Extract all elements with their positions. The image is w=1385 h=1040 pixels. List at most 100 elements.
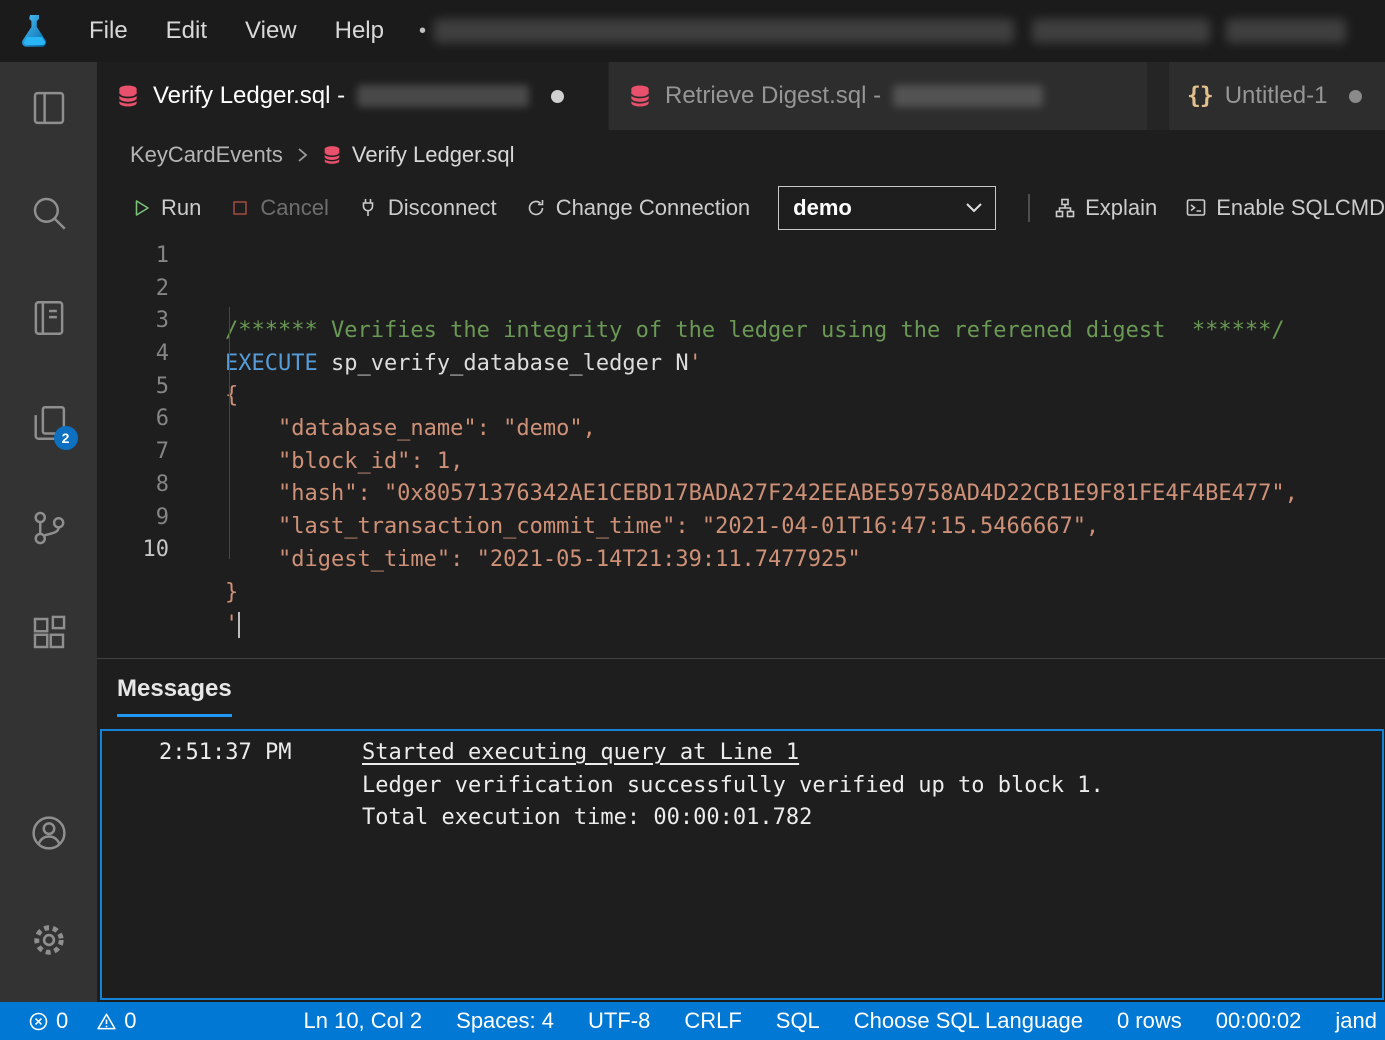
line-number: 6: [97, 403, 200, 436]
tab-strip: Verify Ledger.sql - Retrieve Digest.sql …: [97, 62, 1385, 130]
cancel-button[interactable]: Cancel: [229, 195, 328, 221]
line-number: 3: [97, 305, 200, 338]
play-icon: [130, 197, 152, 219]
message-line: Total execution time: 00:00:01.782: [362, 802, 1382, 835]
redacted-tab-text: [893, 85, 1043, 107]
status-items: Ln 10, Col 2Spaces: 4UTF-8CRLFSQLChoose …: [287, 1008, 1385, 1034]
disconnect-button[interactable]: Disconnect: [357, 195, 497, 221]
message-lines: Started executing query at Line 1Ledger …: [362, 737, 1382, 835]
menu-help[interactable]: Help: [316, 0, 403, 62]
status-item[interactable]: UTF-8: [571, 1008, 667, 1034]
sql-database-icon: [627, 83, 653, 109]
settings-gear-icon[interactable]: [25, 916, 73, 964]
tab-verify-ledger[interactable]: Verify Ledger.sql -: [97, 62, 608, 130]
tab-label: Verify Ledger.sql -: [153, 82, 345, 110]
change-connection-button[interactable]: Change Connection: [525, 195, 750, 221]
stop-icon: [229, 197, 251, 219]
copy-pages-icon[interactable]: 2: [25, 399, 73, 447]
code-line[interactable]: "last_transaction_commit_time": "2021-04…: [225, 511, 1385, 544]
tab-messages[interactable]: Messages: [117, 675, 232, 717]
dirty-indicator[interactable]: [551, 90, 564, 103]
code-line[interactable]: "digest_time": "2021-05-14T21:39:11.7477…: [225, 544, 1385, 577]
run-label: Run: [161, 195, 201, 221]
editor[interactable]: 12345678910 /****** Verifies the integri…: [97, 235, 1385, 658]
menu-file[interactable]: File: [70, 0, 147, 62]
refresh-connection-icon: [525, 197, 547, 219]
plug-icon: [357, 197, 379, 219]
toolbar-separator: [1028, 194, 1030, 222]
problems-warnings[interactable]: 0: [96, 1008, 136, 1034]
status-item[interactable]: 00:00:02: [1199, 1008, 1319, 1034]
breadcrumb-file[interactable]: Verify Ledger.sql: [352, 142, 515, 168]
line-number: 5: [97, 371, 200, 404]
activity-bar: 2: [0, 62, 97, 1002]
change-connection-label: Change Connection: [556, 195, 750, 221]
dirty-indicator[interactable]: [1349, 90, 1362, 103]
window-title-dot: •: [419, 20, 426, 43]
code-line[interactable]: {: [225, 380, 1385, 413]
text-cursor: [238, 612, 240, 638]
code-line[interactable]: ': [225, 609, 1385, 642]
connections-icon[interactable]: [25, 84, 73, 132]
warning-icon: [96, 1011, 117, 1032]
source-control-icon[interactable]: [25, 504, 73, 552]
explain-label: Explain: [1085, 195, 1157, 221]
editor-code[interactable]: /****** Verifies the integrity of the le…: [200, 235, 1385, 658]
extensions-icon[interactable]: [25, 609, 73, 657]
code-line[interactable]: "block_id": 1,: [225, 446, 1385, 479]
explain-plan-icon: [1054, 197, 1076, 219]
menu-view[interactable]: View: [226, 0, 316, 62]
message-line: Ledger verification successfully verifie…: [362, 770, 1382, 803]
enable-sqlcmd-button[interactable]: Enable SQLCMD: [1185, 195, 1385, 221]
braces-file-icon: {}: [1187, 83, 1213, 109]
line-number: 10: [97, 534, 200, 567]
status-item[interactable]: 0 rows: [1100, 1008, 1199, 1034]
message-timestamp: 2:51:37 PM: [159, 737, 362, 770]
code-line[interactable]: "database_name": "demo",: [225, 413, 1385, 446]
code-line[interactable]: EXECUTE sp_verify_database_ledger N': [225, 348, 1385, 381]
explain-button[interactable]: Explain: [1054, 195, 1157, 221]
message-line: Started executing query at Line 1: [362, 737, 1382, 770]
results-box[interactable]: 2:51:37 PM Started executing query at Li…: [100, 729, 1384, 1000]
sql-database-icon: [321, 144, 343, 166]
status-item[interactable]: Ln 10, Col 2: [287, 1008, 440, 1034]
status-item[interactable]: jand: [1318, 1008, 1385, 1034]
database-dropdown[interactable]: demo: [778, 186, 996, 230]
code-line[interactable]: }: [225, 577, 1385, 610]
search-icon[interactable]: [25, 189, 73, 237]
enable-sqlcmd-label: Enable SQLCMD: [1216, 195, 1385, 221]
tab-untitled-1[interactable]: {} Untitled-1: [1169, 62, 1385, 130]
tab-retrieve-digest[interactable]: Retrieve Digest.sql -: [609, 62, 1147, 130]
status-item[interactable]: SQL: [759, 1008, 837, 1034]
sqlcmd-icon: [1185, 197, 1207, 219]
database-dropdown-value: demo: [793, 195, 852, 221]
messages-panel: Messages 2:51:37 PM Started executing qu…: [97, 658, 1385, 1002]
menu-bar: FileEditViewHelp •: [0, 0, 1385, 62]
line-number: 2: [97, 273, 200, 306]
status-item[interactable]: Choose SQL Language: [837, 1008, 1100, 1034]
cancel-label: Cancel: [260, 195, 328, 221]
notebook-icon[interactable]: [25, 294, 73, 342]
indent-guide: [229, 307, 230, 559]
line-number: 8: [97, 469, 200, 502]
copy-badge: 2: [54, 426, 78, 450]
breadcrumb-folder[interactable]: KeyCardEvents: [130, 142, 283, 168]
line-number: 9: [97, 502, 200, 535]
line-number: 1: [97, 240, 200, 273]
tab-label: Retrieve Digest.sql -: [665, 82, 881, 110]
warning-count: 0: [124, 1008, 136, 1034]
disconnect-label: Disconnect: [388, 195, 497, 221]
menu-items: FileEditViewHelp: [70, 0, 403, 62]
code-line[interactable]: /****** Verifies the integrity of the le…: [225, 315, 1385, 348]
chevron-right-icon: [292, 145, 312, 165]
code-line[interactable]: "hash": "0x80571376342AE1CEBD17BADA27F24…: [225, 478, 1385, 511]
menu-edit[interactable]: Edit: [147, 0, 226, 62]
redacted-window-title: [1032, 19, 1210, 43]
status-item[interactable]: CRLF: [667, 1008, 758, 1034]
app-logo: [14, 11, 54, 51]
account-icon[interactable]: [25, 809, 73, 857]
error-count: 0: [56, 1008, 68, 1034]
run-button[interactable]: Run: [130, 195, 201, 221]
status-item[interactable]: Spaces: 4: [439, 1008, 571, 1034]
problems-errors[interactable]: 0: [28, 1008, 68, 1034]
